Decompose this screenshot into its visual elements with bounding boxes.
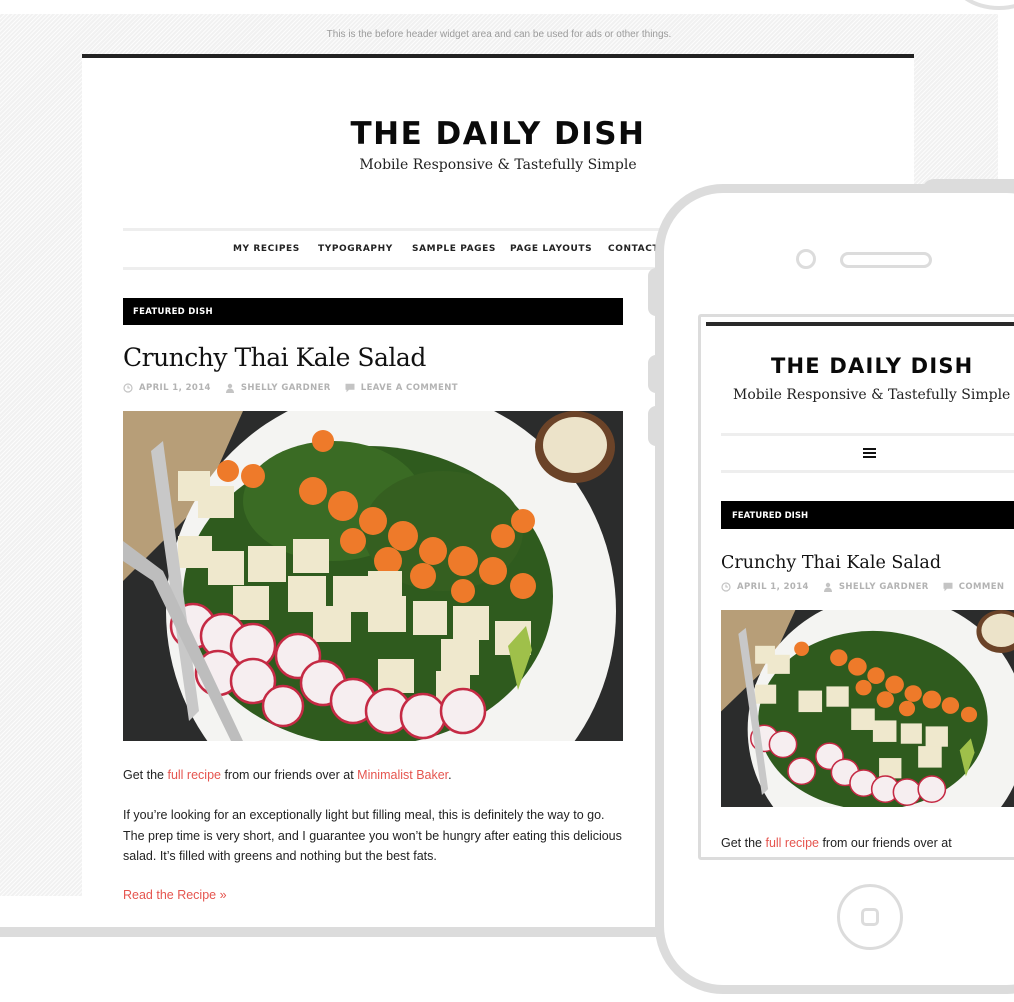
mobile-post-author[interactable]: SHELLY GARDNER bbox=[839, 582, 929, 592]
post-excerpt: If you’re looking for an exceptionally l… bbox=[123, 808, 622, 863]
phone-mute-switch bbox=[648, 268, 662, 316]
phone-volume-down-button bbox=[648, 406, 662, 446]
nav-item-sample-pages[interactable]: SAMPLE PAGES bbox=[412, 244, 496, 254]
before-header-widget-text: This is the before header widget area an… bbox=[326, 29, 672, 40]
intro-text: Get the bbox=[123, 768, 168, 782]
post-date[interactable]: APRIL 1, 2014 bbox=[139, 383, 211, 393]
intro-text: from our friends over at bbox=[818, 836, 952, 850]
mobile-nav bbox=[721, 433, 1014, 473]
read-the-recipe-link[interactable]: Read the Recipe » bbox=[123, 888, 227, 902]
post-title[interactable]: Crunchy Thai Kale Salad bbox=[123, 343, 426, 372]
user-icon bbox=[225, 383, 234, 393]
leave-comment-link[interactable]: LEAVE A COMMENT bbox=[361, 383, 458, 393]
mobile-post-meta: APRIL 1, 2014 SHELLY GARDNER COMMEN bbox=[721, 582, 1014, 592]
intro-text: Get the bbox=[721, 836, 766, 850]
clock-icon bbox=[721, 582, 731, 592]
nav-item-my-recipes[interactable]: MY RECIPES bbox=[233, 244, 300, 254]
intro-text: from our friends over at bbox=[220, 768, 358, 782]
mobile-featured-dish-bar: FEATURED DISH bbox=[721, 501, 1014, 529]
comment-icon bbox=[345, 383, 355, 393]
featured-dish-bar: FEATURED DISH bbox=[123, 298, 623, 325]
mobile-post-intro: Get the full recipe from our friends ove… bbox=[721, 836, 952, 850]
mobile-screen: THE DAILY DISH Mobile Responsive & Taste… bbox=[698, 314, 1014, 860]
post-featured-image[interactable] bbox=[123, 411, 623, 741]
post-intro: Get the full recipe from our friends ove… bbox=[123, 765, 623, 786]
laptop-base bbox=[0, 927, 670, 937]
mobile-full-recipe-link[interactable]: full recipe bbox=[765, 836, 819, 850]
clock-icon bbox=[123, 383, 133, 393]
full-recipe-link[interactable]: full recipe bbox=[167, 768, 221, 782]
read-more-wrap: Read the Recipe » bbox=[123, 885, 623, 906]
mobile-site-title[interactable]: THE DAILY DISH bbox=[706, 354, 1014, 378]
comment-icon bbox=[943, 582, 953, 592]
phone-volume-up-button bbox=[648, 355, 662, 393]
mobile-site-tagline: Mobile Responsive & Tastefully Simple bbox=[733, 387, 1011, 403]
mobile-salad-illustration bbox=[721, 610, 1014, 807]
phone-speaker bbox=[840, 252, 932, 268]
site-tagline: Mobile Responsive & Tastefully Simple bbox=[359, 157, 637, 173]
phone-home-button[interactable] bbox=[837, 884, 903, 950]
mobile-post-featured-image[interactable] bbox=[721, 610, 1014, 807]
site-title[interactable]: THE DAILY DISH bbox=[82, 116, 914, 152]
post-meta: APRIL 1, 2014 SHELLY GARDNER LEAVE A COM… bbox=[123, 383, 472, 393]
decorative-circle bbox=[950, 0, 1014, 10]
intro-text: . bbox=[448, 768, 452, 782]
phone-camera bbox=[796, 249, 816, 269]
user-icon bbox=[823, 582, 832, 592]
hamburger-menu-icon[interactable] bbox=[863, 448, 876, 460]
nav-item-page-layouts[interactable]: PAGE LAYOUTS bbox=[510, 244, 592, 254]
featured-dish-label: FEATURED DISH bbox=[133, 307, 213, 317]
nav-item-typography[interactable]: TYPOGRAPHY bbox=[318, 244, 393, 254]
nav-item-contact[interactable]: CONTACT bbox=[608, 244, 659, 254]
mobile-post-date[interactable]: APRIL 1, 2014 bbox=[737, 582, 809, 592]
mobile-comment-link[interactable]: COMMEN bbox=[959, 582, 1005, 592]
salad-illustration bbox=[123, 411, 623, 741]
home-button-square-icon bbox=[861, 908, 879, 926]
mobile-top-bar bbox=[706, 322, 1014, 326]
mobile-post-title[interactable]: Crunchy Thai Kale Salad bbox=[721, 553, 941, 573]
post-author[interactable]: SHELLY GARDNER bbox=[241, 383, 331, 393]
minimalist-baker-link[interactable]: Minimalist Baker bbox=[357, 768, 448, 782]
mobile-featured-dish-label: FEATURED DISH bbox=[732, 511, 809, 521]
